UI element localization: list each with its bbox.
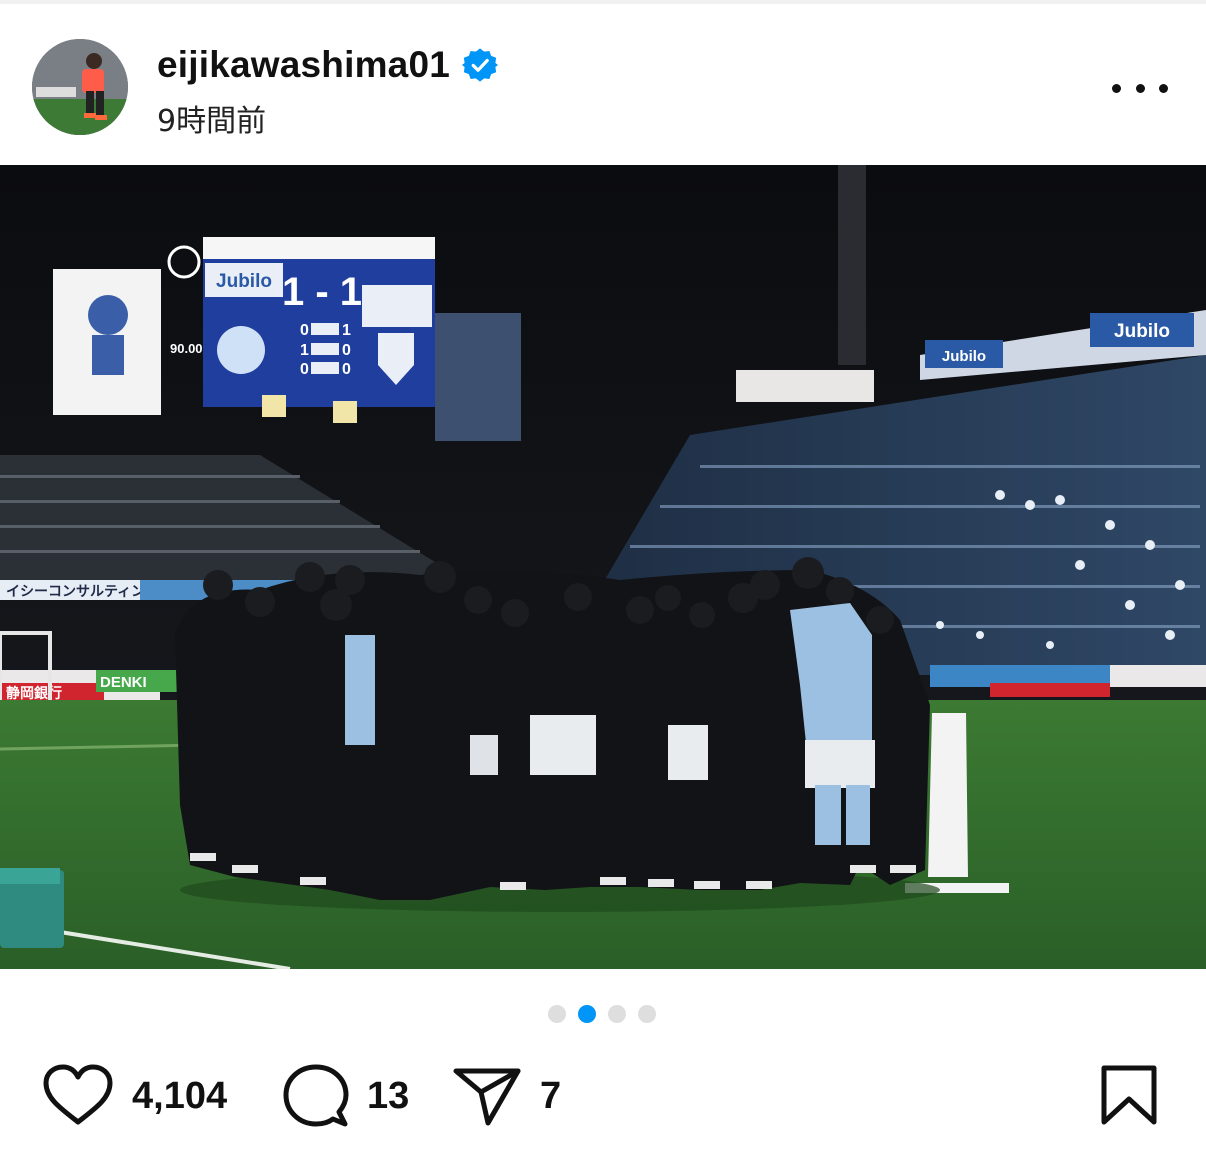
scoreboard-home-half-1: 0	[300, 322, 309, 339]
more-icon-dot	[1159, 83, 1168, 93]
scoreboard-home-half-2: 1	[300, 342, 309, 359]
carousel-dot-3[interactable]	[608, 1005, 626, 1023]
bookmark-icon	[1101, 1065, 1157, 1125]
ad-board-green-text: DENKI	[100, 674, 147, 691]
scoreboard-away-extra: 0	[342, 361, 351, 378]
scoreboard-score: 1 - 1	[282, 270, 362, 314]
ad-board-bank-text: 静岡銀行	[6, 685, 62, 701]
stadium-huddle-photo: Jubilo Jubilo Jubilo 1 - 1 0 1 0 1 0 0 9…	[0, 165, 1206, 969]
share-count: 7	[540, 1074, 562, 1117]
save-button[interactable]	[1100, 1064, 1158, 1131]
like-button[interactable]: 4,104	[42, 1060, 227, 1132]
carousel-dot-1[interactable]	[548, 1005, 566, 1023]
carousel-dot-2-active[interactable]	[578, 1005, 596, 1023]
ad-board-left-text: イシーコンサルティング	[6, 583, 159, 599]
avatar[interactable]	[32, 39, 128, 135]
avatar-image	[32, 39, 128, 135]
scoreboard-away-half-1: 1	[342, 322, 351, 339]
tactics-board	[928, 713, 968, 877]
share-icon	[453, 1068, 521, 1126]
share-button[interactable]: 7	[452, 1060, 561, 1132]
scoreboard-home-extra: 0	[300, 361, 309, 378]
carousel-dot-4[interactable]	[638, 1005, 656, 1023]
more-icon	[1112, 83, 1121, 93]
upper-sign-text: Jubilo	[942, 348, 986, 365]
comment-icon	[283, 1064, 349, 1127]
post-actions: 4,104 13 7	[0, 1060, 1206, 1132]
like-count: 4,104	[132, 1074, 228, 1117]
post-time: 9時間前	[157, 104, 267, 139]
scoreboard-match-time: 90.00	[170, 341, 203, 356]
bus-banner	[435, 313, 521, 441]
scoreboard-away-half-2: 0	[342, 342, 351, 359]
scoreboard-home-team: Jubilo	[216, 271, 272, 292]
team-huddle	[175, 557, 940, 912]
comment-count: 13	[367, 1074, 410, 1117]
comment-button[interactable]: 13	[283, 1060, 409, 1132]
username[interactable]: eijikawashima01	[157, 44, 450, 86]
more-icon-dot	[1135, 83, 1145, 93]
right-sign-text: Jubilo	[1114, 321, 1170, 342]
verified-badge-icon	[462, 48, 499, 82]
carousel-indicator[interactable]	[548, 1005, 656, 1023]
more-options-button[interactable]	[1112, 70, 1168, 106]
scoreboard: Jubilo 1 - 1 0 1 0 1 0 0 90.00	[167, 237, 435, 423]
post-photo[interactable]: Jubilo Jubilo Jubilo 1 - 1 0 1 0 1 0 0 9…	[0, 165, 1206, 969]
heart-icon	[43, 1064, 113, 1125]
username-row: eijikawashima01	[157, 42, 499, 88]
post-header: eijikawashima01 9時間前	[0, 4, 1206, 165]
